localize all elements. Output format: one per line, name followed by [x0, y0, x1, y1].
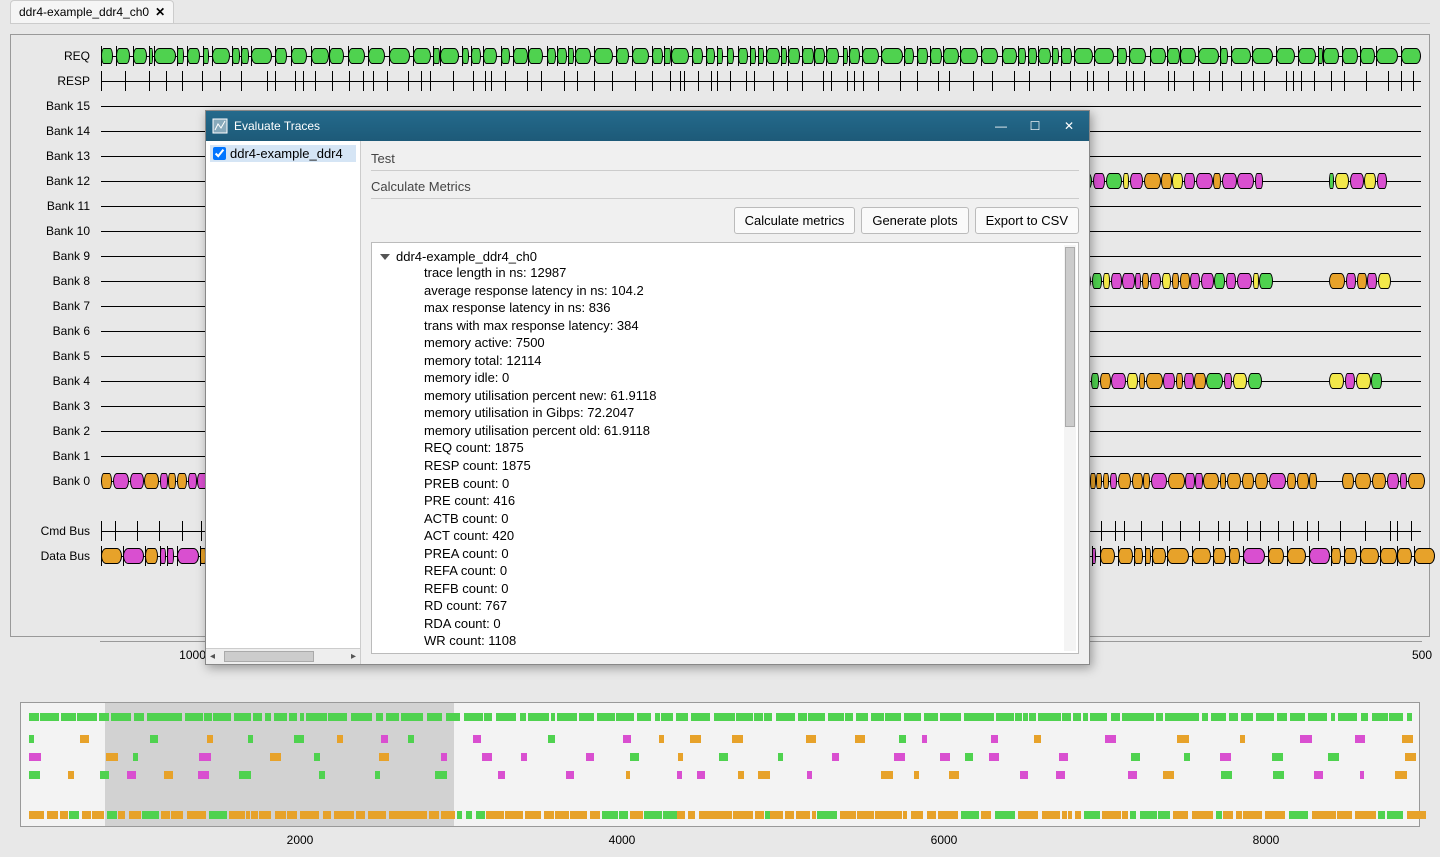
metric-line: max response latency in ns: 836	[380, 299, 1070, 317]
tab-ddr4-example[interactable]: ddr4-example_ddr4_ch0 ✕	[10, 0, 174, 23]
horizontal-scrollbar[interactable]: ◂ ▸	[206, 648, 360, 664]
minimize-icon[interactable]: —	[987, 115, 1015, 137]
waveform-row-label: REQ	[11, 49, 96, 63]
maximize-icon[interactable]: ☐	[1021, 115, 1049, 137]
time-axis-label: 1000	[179, 648, 206, 662]
metric-line: ACTB count: 0	[380, 510, 1070, 528]
waveform-row-label: Cmd Bus	[11, 524, 96, 538]
section-calculate-metrics: Calculate Metrics	[371, 175, 1079, 199]
metric-line: memory idle: 0	[380, 369, 1070, 387]
overview-axis-label: 6000	[931, 833, 958, 847]
scrollbar-thumb[interactable]	[1065, 247, 1075, 427]
metric-line: average response latency in ns: 104.2	[380, 282, 1070, 300]
waveform-row-label: Bank 15	[11, 99, 96, 113]
metric-line: memory utilisation percent old: 61.9118	[380, 422, 1070, 440]
dialog-trace-list[interactable]: ddr4-example_ddr4 ◂ ▸	[206, 141, 361, 664]
metrics-tree-root[interactable]: ddr4-example_ddr4_ch0	[380, 249, 1070, 264]
trace-item-label: ddr4-example_ddr4	[230, 146, 343, 161]
overview-lane	[29, 753, 1411, 761]
scrollbar-thumb[interactable]	[224, 651, 314, 662]
metric-line: memory utilisation in Gibps: 72.2047	[380, 404, 1070, 422]
dialog-right-panel: Test Calculate Metrics Calculate metrics…	[361, 141, 1089, 664]
app-icon	[212, 118, 228, 134]
overview-panel[interactable]	[20, 702, 1420, 827]
section-test: Test	[371, 147, 1079, 171]
waveform-row-label: Bank 2	[11, 424, 96, 438]
waveform-row-label: RESP	[11, 74, 96, 88]
overview-axis: 2000 4000 6000 8000	[20, 829, 1420, 853]
scroll-right-icon[interactable]: ▸	[347, 651, 360, 662]
waveform-row-label: Bank 1	[11, 449, 96, 463]
evaluate-traces-dialog: Evaluate Traces — ☐ ✕ ddr4-example_ddr4 …	[205, 110, 1090, 665]
metric-line: PREB count: 0	[380, 475, 1070, 493]
tree-root-label: ddr4-example_ddr4_ch0	[396, 249, 537, 264]
dialog-title-bar[interactable]: Evaluate Traces — ☐ ✕	[206, 111, 1089, 141]
overview-lane	[29, 811, 1411, 819]
metrics-tree[interactable]: ddr4-example_ddr4_ch0 trace length in ns…	[371, 242, 1079, 654]
waveform-row-label: Bank 5	[11, 349, 96, 363]
waveform-track[interactable]	[101, 43, 1421, 68]
waveform-row-label: Bank 9	[11, 249, 96, 263]
waveform-row-label: Bank 6	[11, 324, 96, 338]
metric-line: RDA count: 0	[380, 615, 1070, 633]
metric-line: REFB count: 0	[380, 580, 1070, 598]
overview-lane	[29, 735, 1411, 743]
metric-line: REFA count: 0	[380, 562, 1070, 580]
close-icon[interactable]: ✕	[1055, 115, 1083, 137]
trace-list-item[interactable]: ddr4-example_ddr4	[210, 145, 356, 162]
export-csv-button[interactable]: Export to CSV	[975, 207, 1079, 234]
metric-line: REQ count: 1875	[380, 439, 1070, 457]
tab-bar: ddr4-example_ddr4_ch0 ✕	[10, 0, 1430, 24]
waveform-row-label: Bank 7	[11, 299, 96, 313]
metric-line: RESP count: 1875	[380, 457, 1070, 475]
generate-plots-button[interactable]: Generate plots	[861, 207, 968, 234]
metric-line: trans with max response latency: 384	[380, 317, 1070, 335]
waveform-row-label: Bank 3	[11, 399, 96, 413]
metric-line: RD count: 767	[380, 597, 1070, 615]
waveform-row-label: Bank 11	[11, 199, 96, 213]
waveform-row-label: Bank 14	[11, 124, 96, 138]
caret-down-icon[interactable]	[380, 254, 390, 260]
metric-line: memory utilisation percent new: 61.9118	[380, 387, 1070, 405]
waveform-row-label: Bank 0	[11, 474, 96, 488]
tab-title: ddr4-example_ddr4_ch0	[19, 5, 149, 19]
calculate-metrics-button[interactable]: Calculate metrics	[734, 207, 856, 234]
waveform-row: RESP	[11, 68, 1429, 93]
trace-checkbox[interactable]	[213, 147, 226, 160]
waveform-row-label: Bank 13	[11, 149, 96, 163]
waveform-row-label: Bank 4	[11, 374, 96, 388]
metric-line: ACT count: 420	[380, 527, 1070, 545]
waveform-row: REQ	[11, 43, 1429, 68]
metric-line: PRE count: 416	[380, 492, 1070, 510]
overview-lane	[29, 713, 1411, 721]
waveform-row-label: Bank 8	[11, 274, 96, 288]
dialog-title: Evaluate Traces	[234, 119, 320, 133]
metric-line: memory total: 12114	[380, 352, 1070, 370]
metric-line: WR count: 1108	[380, 632, 1070, 650]
metric-line: memory active: 7500	[380, 334, 1070, 352]
waveform-row-label: Data Bus	[11, 549, 96, 563]
metric-line: PREA count: 0	[380, 545, 1070, 563]
overview-axis-label: 8000	[1253, 833, 1280, 847]
metric-line: WRA count: 0	[380, 650, 1070, 654]
vertical-scrollbar[interactable]	[1064, 245, 1076, 651]
overview-axis-label: 4000	[609, 833, 636, 847]
waveform-row-label: Bank 12	[11, 174, 96, 188]
waveform-track[interactable]	[101, 68, 1421, 93]
scroll-left-icon[interactable]: ◂	[206, 651, 219, 662]
overview-lane	[29, 771, 1411, 779]
metric-line: trace length in ns: 12987	[380, 264, 1070, 282]
overview-selection[interactable]	[105, 703, 455, 826]
close-icon[interactable]: ✕	[155, 5, 165, 19]
overview-axis-label: 2000	[287, 833, 314, 847]
button-row: Calculate metrics Generate plots Export …	[371, 203, 1079, 238]
time-axis-label: 500	[1412, 648, 1432, 662]
waveform-row-label: Bank 10	[11, 224, 96, 238]
